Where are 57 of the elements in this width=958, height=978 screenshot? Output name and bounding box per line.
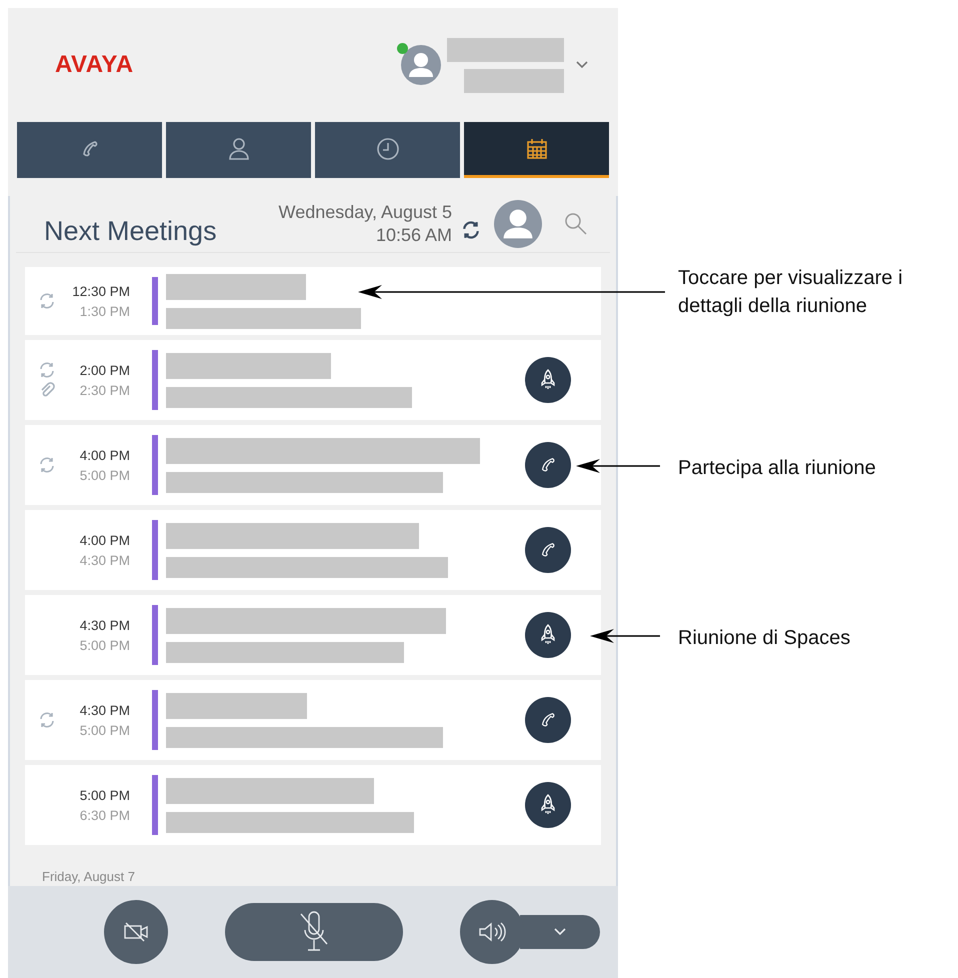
meeting-marker <box>152 435 158 495</box>
audio-dropdown[interactable] <box>520 915 600 949</box>
meeting-marker <box>152 520 158 580</box>
annotation: Partecipa alla riunione <box>678 456 877 481</box>
meeting-row[interactable]: 5:00 PM 6:30 PM <box>25 765 601 845</box>
tab[interactable] <box>464 122 609 178</box>
start-time: 12:30 PM <box>72 284 130 298</box>
meeting-marker <box>152 277 158 325</box>
speaker-icon <box>478 921 506 943</box>
logo: AVAYA <box>55 51 134 79</box>
chevron-down-icon[interactable] <box>576 61 588 69</box>
meeting-row[interactable]: 4:00 PM 4:30 PM <box>25 510 601 590</box>
end-time: 4:30 PM <box>80 552 130 568</box>
end-time: 6:30 PM <box>80 808 130 822</box>
page-title: Next Meetings <box>44 216 217 246</box>
end-time: 1:30 PM <box>80 304 130 318</box>
phone-icon <box>539 456 557 474</box>
arrow <box>590 628 660 644</box>
end-time: 5:00 PM <box>80 638 130 652</box>
avatar-icon <box>401 45 441 85</box>
end-time: 5:00 PM <box>80 722 130 738</box>
start-time: 5:00 PM <box>80 788 130 802</box>
calendar-icon <box>526 138 548 160</box>
end-time: 5:00 PM <box>80 468 130 482</box>
call-button[interactable] <box>525 442 571 488</box>
call-button[interactable] <box>525 527 571 573</box>
avatar-icon <box>494 200 542 248</box>
meeting-row[interactable]: 4:30 PM 5:00 PM <box>25 680 601 760</box>
meeting-marker <box>152 350 158 410</box>
start-time: 4:30 PM <box>80 702 130 718</box>
end-time: 2:30 PM <box>80 382 130 398</box>
person-icon <box>228 136 250 160</box>
meeting-row[interactable]: 12:30 PM 1:30 PM <box>25 267 601 335</box>
call-button[interactable] <box>525 697 571 743</box>
meeting-row[interactable]: 4:00 PM 5:00 PM <box>25 425 601 505</box>
start-time: 4:00 PM <box>80 532 130 548</box>
start-time: 4:00 PM <box>80 448 130 462</box>
rocket-button[interactable] <box>525 357 571 403</box>
day-heading: Friday, August 7 <box>41 868 136 884</box>
meeting-marker <box>152 775 158 835</box>
phone-icon <box>539 711 557 729</box>
refresh-icon[interactable] <box>462 221 480 239</box>
meeting-row[interactable]: 2:00 PM 2:30 PM <box>25 340 601 420</box>
time-label: 10:56 AM <box>376 225 452 246</box>
rocket-button[interactable] <box>525 782 571 828</box>
meeting-row[interactable]: 4:30 PM 5:00 PM <box>25 595 601 675</box>
meeting-marker <box>152 605 158 665</box>
start-time: 2:00 PM <box>80 362 130 378</box>
start-time: 4:30 PM <box>80 618 130 632</box>
meeting-marker <box>152 690 158 750</box>
chevron-down-icon <box>554 928 566 936</box>
annotation: Toccare per visualizzare i dettagli della riunione <box>678 266 904 319</box>
phone-icon <box>539 541 557 559</box>
rocket-button[interactable] <box>525 612 571 658</box>
clock-icon <box>376 136 400 160</box>
date-label: Wednesday, August 5 <box>278 202 452 223</box>
annotation: Riunione di Spaces <box>678 626 852 651</box>
